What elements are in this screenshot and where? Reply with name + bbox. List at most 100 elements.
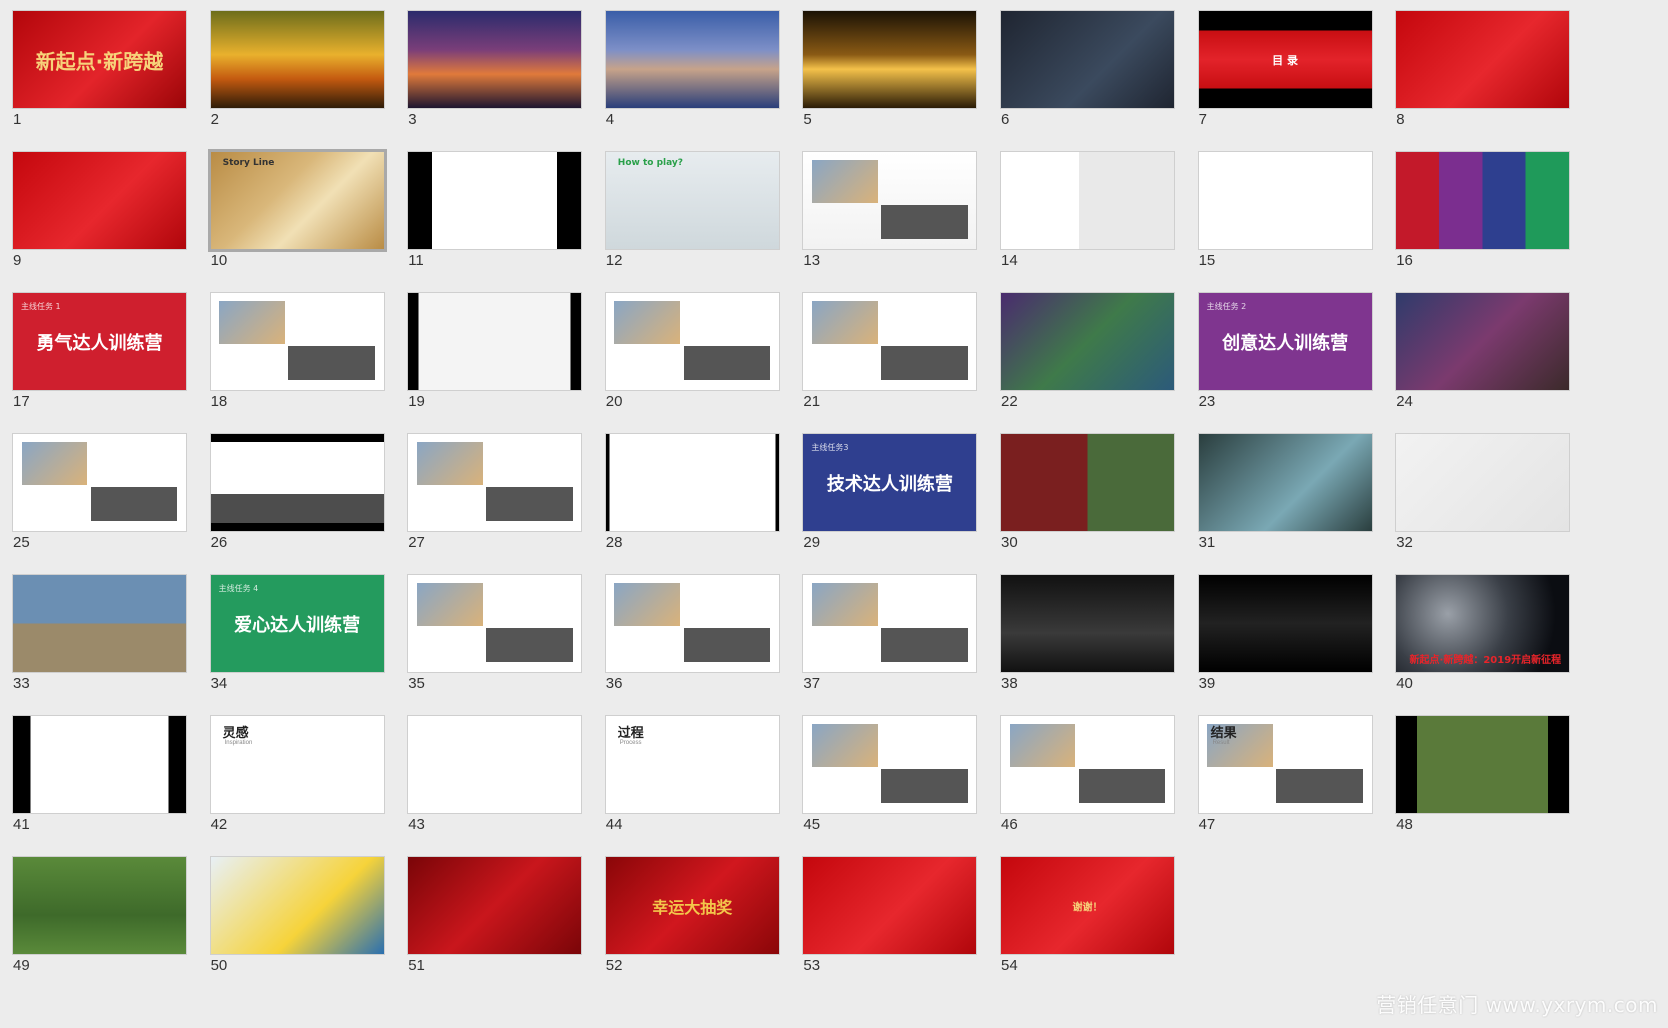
slide-thumbnail-42[interactable]: 灵感 Inspiration 42 <box>209 715 385 837</box>
slide-thumbnail-47[interactable]: 结果 Result 47 <box>1197 715 1373 837</box>
slide-preview[interactable] <box>407 574 583 673</box>
slide-thumbnail-4[interactable]: 4 <box>604 10 780 132</box>
slide-preview[interactable] <box>209 10 385 109</box>
slide-preview[interactable] <box>407 715 583 814</box>
slide-thumbnail-45[interactable]: 45 <box>802 715 978 837</box>
slide-thumbnail-17[interactable]: 勇气达人训练营 主线任务 1 17 <box>12 292 187 414</box>
slide-preview[interactable] <box>1000 715 1175 814</box>
slide-preview[interactable] <box>1000 151 1175 250</box>
slide-preview[interactable] <box>802 10 978 109</box>
slide-thumbnail-50[interactable]: 50 <box>209 856 385 978</box>
slide-preview[interactable] <box>12 151 187 250</box>
slide-preview[interactable]: 灵感 Inspiration <box>209 715 385 814</box>
slide-thumbnail-23[interactable]: 创意达人训练营 主线任务 2 23 <box>1197 292 1373 414</box>
slide-thumbnail-40[interactable]: 新起点·新跨越：2019开启新征程 40 <box>1395 574 1571 696</box>
slide-preview[interactable] <box>802 574 978 673</box>
slide-preview[interactable] <box>209 292 385 391</box>
slide-thumbnail-46[interactable]: 46 <box>1000 715 1175 837</box>
slide-preview[interactable] <box>407 10 583 109</box>
slide-preview[interactable] <box>12 715 187 814</box>
slide-preview[interactable] <box>407 151 583 250</box>
slide-preview[interactable] <box>802 151 978 250</box>
slide-thumbnail-29[interactable]: 技术达人训练营 主线任务3 29 <box>802 433 978 555</box>
slide-thumbnail-21[interactable]: 21 <box>802 292 978 414</box>
slide-thumbnail-13[interactable]: 13 <box>802 151 978 273</box>
slide-preview[interactable] <box>12 856 187 955</box>
slide-preview[interactable] <box>1197 433 1373 532</box>
slide-thumbnail-19[interactable]: 19 <box>407 292 583 414</box>
slide-preview[interactable] <box>1000 574 1175 673</box>
slide-thumbnail-18[interactable]: 18 <box>209 292 385 414</box>
slide-preview[interactable] <box>407 433 583 532</box>
slide-thumbnail-33[interactable]: 33 <box>12 574 187 696</box>
slide-thumbnail-54[interactable]: 谢谢！ 54 <box>1000 856 1175 978</box>
slide-thumbnail-15[interactable]: 15 <box>1197 151 1373 273</box>
slide-thumbnail-11[interactable]: 11 <box>407 151 583 273</box>
slide-preview[interactable]: 过程 Process <box>604 715 780 814</box>
slide-thumbnail-7[interactable]: 目 录 7 <box>1197 10 1373 132</box>
slide-thumbnail-27[interactable]: 27 <box>407 433 583 555</box>
slide-preview[interactable] <box>802 292 978 391</box>
slide-thumbnail-36[interactable]: 36 <box>604 574 780 696</box>
slide-thumbnail-22[interactable]: 22 <box>1000 292 1175 414</box>
slide-thumbnail-41[interactable]: 41 <box>12 715 187 837</box>
slide-thumbnail-31[interactable]: 31 <box>1197 433 1373 555</box>
slide-preview[interactable] <box>407 292 583 391</box>
slide-thumbnail-53[interactable]: 53 <box>802 856 978 978</box>
slide-thumbnail-48[interactable]: 48 <box>1395 715 1571 837</box>
slide-preview[interactable] <box>12 574 187 673</box>
slide-thumbnail-51[interactable]: 51 <box>407 856 583 978</box>
slide-thumbnail-38[interactable]: 38 <box>1000 574 1175 696</box>
slide-preview[interactable] <box>802 856 978 955</box>
slide-thumbnail-32[interactable]: 32 <box>1395 433 1571 555</box>
slide-preview[interactable] <box>1197 151 1373 250</box>
slide-preview[interactable]: 爱心达人训练营 主线任务 4 <box>209 574 385 673</box>
slide-preview[interactable] <box>1197 574 1373 673</box>
slide-preview[interactable] <box>209 433 385 532</box>
slide-preview[interactable] <box>1395 292 1571 391</box>
slide-thumbnail-34[interactable]: 爱心达人训练营 主线任务 4 34 <box>209 574 385 696</box>
slide-thumbnail-37[interactable]: 37 <box>802 574 978 696</box>
slide-thumbnail-49[interactable]: 49 <box>12 856 187 978</box>
slide-preview[interactable] <box>1395 715 1571 814</box>
slide-thumbnail-9[interactable]: 9 <box>12 151 187 273</box>
slide-preview[interactable] <box>1000 292 1175 391</box>
slide-preview[interactable]: 勇气达人训练营 主线任务 1 <box>12 292 187 391</box>
slide-thumbnail-39[interactable]: 39 <box>1197 574 1373 696</box>
slide-thumbnail-14[interactable]: 14 <box>1000 151 1175 273</box>
slide-preview[interactable]: 创意达人训练营 主线任务 2 <box>1197 292 1373 391</box>
slide-preview[interactable] <box>1000 433 1175 532</box>
slide-thumbnail-1[interactable]: 新起点·新跨越 1 <box>12 10 187 132</box>
slide-thumbnail-25[interactable]: 25 <box>12 433 187 555</box>
slide-preview[interactable]: 新起点·新跨越 <box>12 10 187 109</box>
slide-thumbnail-5[interactable]: 5 <box>802 10 978 132</box>
slide-thumbnail-10[interactable]: Story Line 10 <box>207 149 387 273</box>
slide-preview[interactable] <box>1395 10 1571 109</box>
slide-thumbnail-28[interactable]: 28 <box>604 433 780 555</box>
slide-preview[interactable]: Story Line <box>207 149 387 252</box>
slide-preview[interactable] <box>12 433 187 532</box>
slide-preview[interactable] <box>604 574 780 673</box>
slide-thumbnail-16[interactable]: 16 <box>1395 151 1571 273</box>
slide-thumbnail-2[interactable]: 2 <box>209 10 385 132</box>
slide-thumbnail-35[interactable]: 35 <box>407 574 583 696</box>
slide-thumbnail-26[interactable]: 26 <box>209 433 385 555</box>
slide-preview[interactable] <box>604 292 780 391</box>
slide-thumbnail-12[interactable]: How to play? 12 <box>604 151 780 273</box>
slide-thumbnail-20[interactable]: 20 <box>604 292 780 414</box>
slide-preview[interactable] <box>1000 10 1175 109</box>
slide-preview[interactable] <box>1395 151 1571 250</box>
slide-thumbnail-30[interactable]: 30 <box>1000 433 1175 555</box>
slide-preview[interactable]: 目 录 <box>1197 10 1373 109</box>
slide-thumbnail-3[interactable]: 3 <box>407 10 583 132</box>
slide-preview[interactable] <box>604 10 780 109</box>
slide-preview[interactable] <box>802 715 978 814</box>
slide-thumbnail-52[interactable]: 幸运大抽奖 52 <box>604 856 780 978</box>
slide-thumbnail-6[interactable]: 6 <box>1000 10 1175 132</box>
slide-preview[interactable] <box>209 856 385 955</box>
slide-preview[interactable]: 幸运大抽奖 <box>604 856 780 955</box>
slide-preview[interactable]: 谢谢！ <box>1000 856 1175 955</box>
slide-thumbnail-44[interactable]: 过程 Process 44 <box>604 715 780 837</box>
slide-preview[interactable] <box>407 856 583 955</box>
slide-preview[interactable]: How to play? <box>604 151 780 250</box>
